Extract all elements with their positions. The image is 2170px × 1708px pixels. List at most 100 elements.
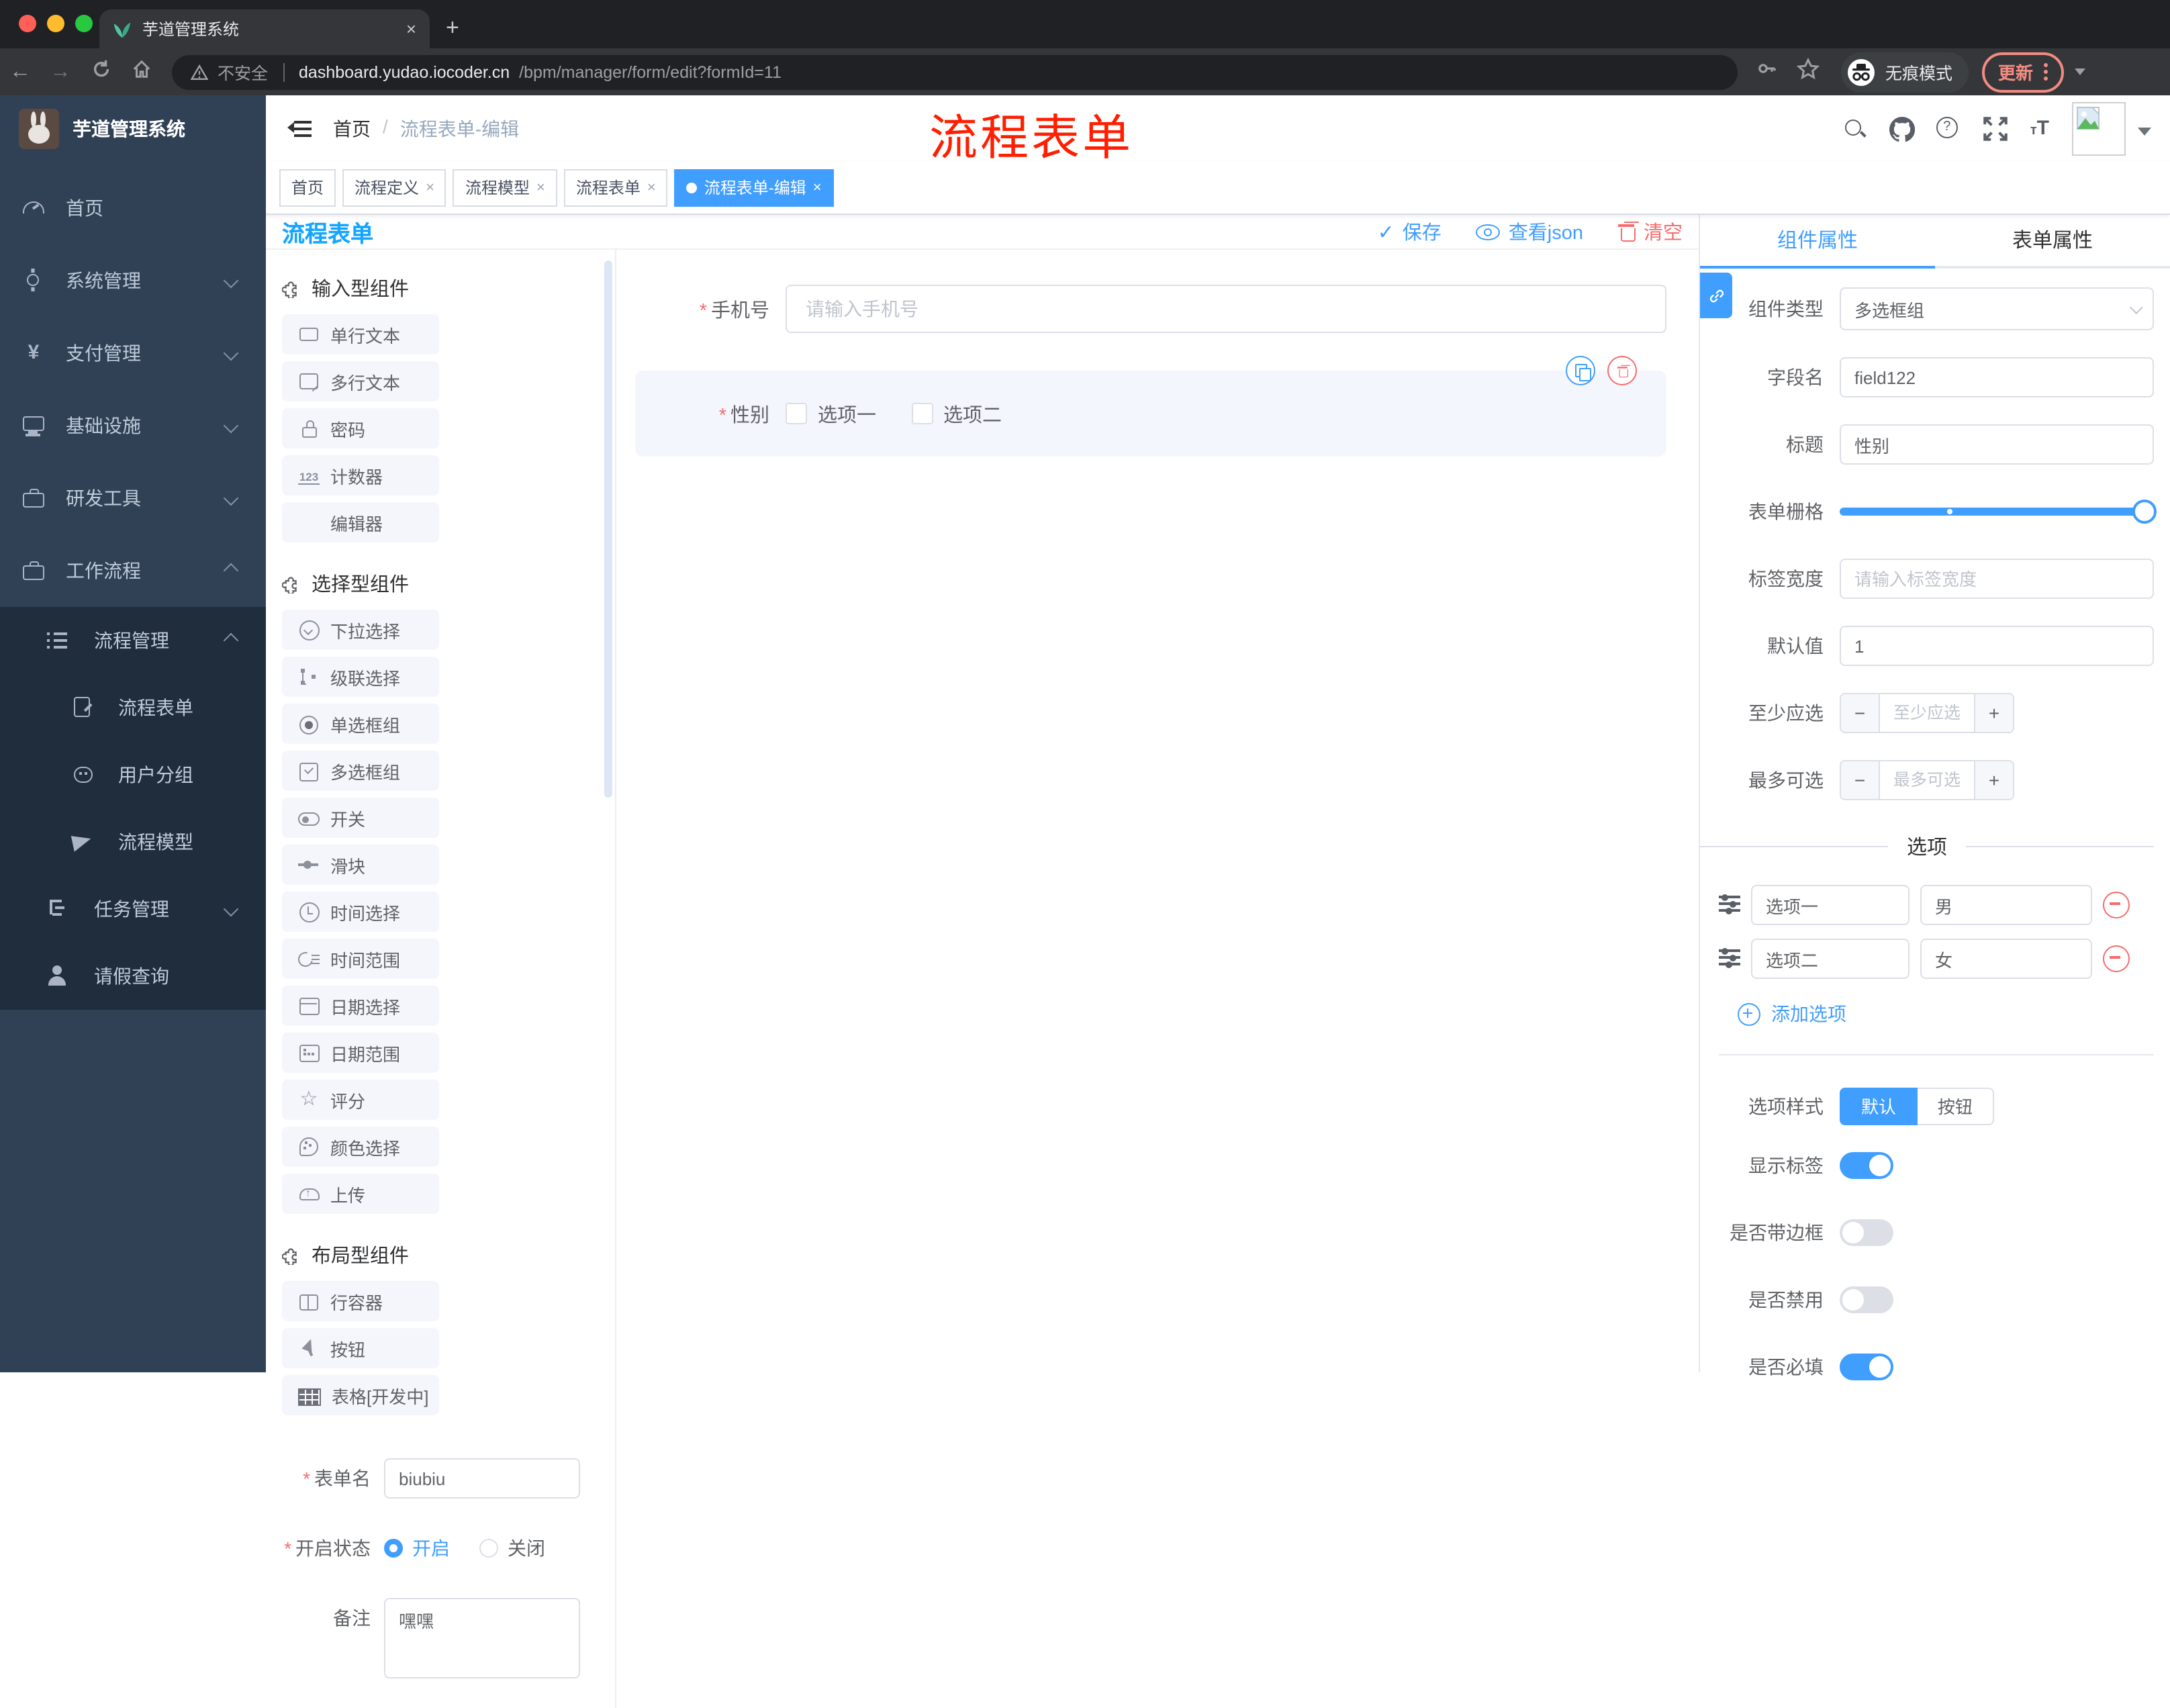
tag-close-icon[interactable]: ×	[536, 179, 545, 195]
mac-minimize-button[interactable]	[47, 15, 64, 32]
drag-handle-icon[interactable]	[1719, 947, 1740, 968]
sidebar-item-payment[interactable]: ¥ 支付管理	[0, 317, 266, 389]
font-size-icon[interactable]: тT	[2030, 117, 2049, 140]
tag-process-form-edit[interactable]: 流程表单-编辑 ×	[674, 169, 834, 206]
grid-slider[interactable]	[1840, 491, 2157, 532]
browser-menu-icon[interactable]	[2044, 60, 2048, 83]
border-toggle[interactable]	[1840, 1219, 1893, 1246]
palette-item-radio-group[interactable]: 单选框组	[282, 704, 439, 744]
palette-item-table[interactable]: 表格[开发中]	[282, 1375, 439, 1415]
palette-item-editor[interactable]: 编辑器	[282, 502, 439, 542]
add-option-button[interactable]: 添加选项	[1738, 1000, 2154, 1027]
stepper-decrease-button[interactable]: −	[1841, 694, 1880, 732]
style-default-button[interactable]: 默认	[1840, 1088, 1918, 1125]
stepper-increase-button[interactable]: +	[1974, 761, 2013, 799]
browser-tab[interactable]: 芋道管理系统 ×	[99, 9, 430, 48]
min-select-input[interactable]	[1880, 694, 1974, 732]
update-button[interactable]: 更新	[1982, 52, 2065, 92]
reload-icon[interactable]	[81, 58, 121, 85]
tag-close-icon[interactable]: ×	[647, 179, 656, 195]
link-drawer-handle[interactable]	[1700, 273, 1732, 318]
palette-item-date-picker[interactable]: 日期选择	[282, 986, 439, 1026]
stepper-increase-button[interactable]: +	[1974, 694, 2013, 732]
security-label[interactable]: 不安全	[218, 59, 268, 85]
palette-item-checkbox-group[interactable]: 多选框组	[282, 751, 439, 791]
sidebar-item-infra[interactable]: 基础设施	[0, 389, 266, 462]
palette-item-time-picker[interactable]: 时间选择	[282, 892, 439, 932]
slider-track[interactable]	[1840, 500, 2157, 524]
sidebar-logo[interactable]: 芋道管理系统	[0, 95, 266, 161]
fullscreen-icon[interactable]	[1983, 116, 2008, 140]
tab-component-props[interactable]: 组件属性	[1700, 215, 1935, 269]
tag-process-definition[interactable]: 流程定义 ×	[342, 169, 446, 206]
field-name-input[interactable]	[1840, 357, 2154, 397]
duplicate-component-button[interactable]	[1566, 356, 1595, 385]
gender-checkbox-option2[interactable]: 选项二	[911, 399, 1002, 428]
status-radio-off[interactable]: 关闭	[479, 1528, 545, 1568]
save-button[interactable]: ✓ 保存	[1378, 218, 1442, 246]
style-button-button[interactable]: 按钮	[1918, 1088, 1995, 1125]
palette-item-time-range[interactable]: 时间范围	[282, 939, 439, 979]
new-tab-button[interactable]: +	[446, 12, 459, 44]
max-select-input[interactable]	[1880, 761, 1974, 799]
component-type-select[interactable]: 多选框组	[1840, 287, 2154, 330]
sidebar-item-workflow[interactable]: 工作流程	[0, 534, 266, 607]
canvas-field-gender-selected[interactable]: * 性别 选项一 选项二	[635, 356, 1666, 457]
option2-label-input[interactable]	[1751, 939, 1909, 979]
tag-close-icon[interactable]: ×	[426, 179, 434, 195]
palette-item-date-range[interactable]: 日期范围	[282, 1033, 439, 1073]
canvas-field-phone[interactable]: * 手机号	[635, 285, 1666, 333]
label-width-input[interactable]	[1840, 559, 2154, 599]
palette-item-button[interactable]: 按钮	[282, 1328, 439, 1368]
bookmark-star-icon[interactable]	[1796, 56, 1820, 87]
palette-item-color-picker[interactable]: 颜色选择	[282, 1127, 439, 1167]
palette-item-slider[interactable]: 滑块	[282, 845, 439, 885]
sidebar-item-devtools[interactable]: 研发工具	[0, 462, 266, 534]
palette-item-cascader[interactable]: 级联选择	[282, 657, 439, 697]
palette-item-rate[interactable]: ☆ 评分	[282, 1080, 439, 1120]
palette-item-single-text[interactable]: 单行文本	[282, 314, 439, 354]
sidebar-item-process-form[interactable]: 流程表单	[0, 674, 266, 741]
password-key-icon[interactable]	[1756, 58, 1778, 86]
palette-scrollbar[interactable]	[604, 260, 612, 798]
disabled-toggle[interactable]	[1840, 1286, 1893, 1313]
palette-item-switch[interactable]: 开关	[282, 798, 439, 838]
mac-close-button[interactable]	[19, 15, 36, 32]
palette-item-password[interactable]: 密码	[282, 408, 439, 448]
palette-item-row-container[interactable]: 行容器	[282, 1281, 439, 1321]
sidebar-item-system[interactable]: 系统管理	[0, 244, 266, 317]
sidebar-item-process-mgmt[interactable]: 流程管理	[0, 607, 266, 674]
remove-option-button[interactable]	[2103, 945, 2130, 972]
remove-option-button[interactable]	[2103, 892, 2130, 918]
avatar[interactable]	[2072, 101, 2126, 155]
tab-form-props[interactable]: 表单属性	[1935, 215, 2170, 269]
browser-caret-icon[interactable]	[2075, 68, 2086, 81]
stepper-decrease-button[interactable]: −	[1841, 761, 1880, 799]
home-icon[interactable]	[121, 58, 161, 85]
option1-label-input[interactable]	[1751, 885, 1909, 925]
view-json-button[interactable]: 查看json	[1476, 218, 1583, 246]
sidebar-item-task-mgmt[interactable]: 任务管理	[0, 875, 266, 943]
delete-component-button[interactable]	[1607, 356, 1637, 385]
help-icon[interactable]	[1936, 116, 1961, 140]
sidebar-item-user-group[interactable]: 用户分组	[0, 741, 266, 808]
gender-checkbox-option1[interactable]: 选项一	[786, 399, 876, 428]
palette-item-select[interactable]: 下拉选择	[282, 610, 439, 650]
slider-handle[interactable]	[2132, 500, 2157, 524]
option2-value-input[interactable]	[1920, 939, 2092, 979]
tag-process-model[interactable]: 流程模型 ×	[453, 169, 557, 206]
avatar-caret-icon[interactable]	[2138, 128, 2151, 142]
show-label-toggle[interactable]	[1840, 1152, 1893, 1179]
palette-item-upload[interactable]: 上传	[282, 1174, 439, 1214]
form-name-input[interactable]	[384, 1458, 580, 1499]
forward-icon[interactable]: →	[40, 60, 81, 84]
hamburger-icon[interactable]	[287, 117, 312, 138]
github-icon[interactable]	[1889, 115, 1916, 142]
address-bar[interactable]: 不安全 dashboard.yudao.iocoder.cn/bpm/manag…	[172, 54, 1738, 89]
tab-close-icon[interactable]: ×	[406, 19, 416, 39]
form-canvas[interactable]: *手机号 *性别 选项一 选项二	[616, 250, 1699, 1708]
status-radio-on[interactable]: 开启	[384, 1528, 450, 1568]
palette-item-counter[interactable]: 123 计数器	[282, 455, 439, 495]
tag-home[interactable]: 首页	[279, 169, 336, 206]
phone-input[interactable]	[786, 285, 1666, 333]
